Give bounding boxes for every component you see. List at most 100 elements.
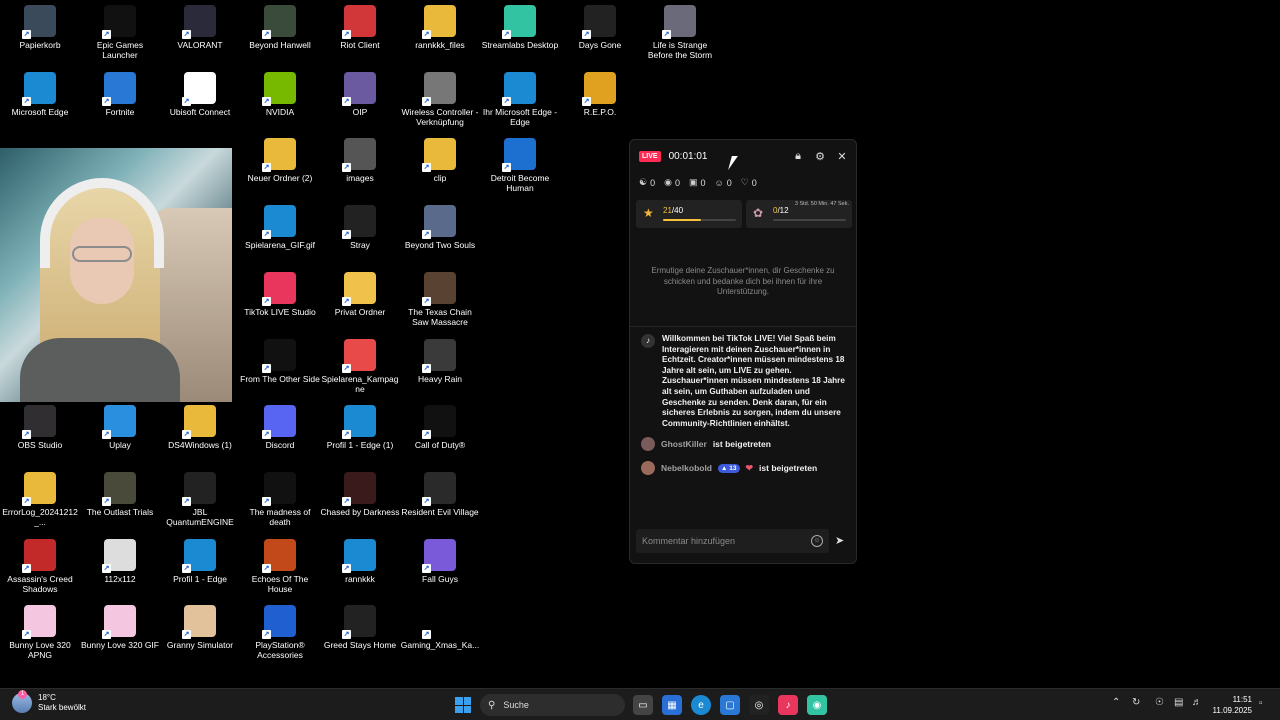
desktop-icon-the-madness-of-death[interactable]: ↗ The madness of death (240, 471, 320, 527)
desktop-icon-from-the-other-side[interactable]: ↗ From The Other Side (240, 338, 320, 384)
microsoft-store-icon[interactable]: ▦ (662, 695, 682, 715)
close-icon[interactable]: ✕ (836, 150, 848, 163)
desktop-icon-ds4windows-1[interactable]: ↗ DS4Windows (1) (160, 405, 240, 450)
desktop-icon-streamlabs-desktop[interactable]: ↗ Streamlabs Desktop (480, 5, 560, 50)
stat-likes: ♡ 0 (740, 177, 757, 188)
desktop-icon-days-gone[interactable]: ↗ Days Gone (560, 5, 640, 50)
sync-icon[interactable]: ↻ (1132, 697, 1140, 708)
desktop-icon-privat-ordner[interactable]: ↗ Privat Ordner (320, 271, 400, 317)
notification-icon[interactable]: ▫ (1259, 698, 1263, 709)
emoji-icon[interactable]: ☺ (811, 535, 823, 547)
desktop-icon-neuer-ordner-2[interactable]: ↗ Neuer Ordner (2) (240, 138, 320, 183)
beyond-hanwell-icon: ↗ (262, 5, 296, 39)
desktop-icon-oip[interactable]: ↗ OIP (320, 71, 400, 117)
desktop-icon-the-texas-chain-saw-massacre[interactable]: ↗ The Texas Chain Saw Massacre (400, 271, 480, 327)
desktop-icon-profil-1-edge[interactable]: ↗ Profil 1 - Edge (160, 538, 240, 584)
comment-input[interactable] (642, 533, 802, 549)
desktop-icon-valorant[interactable]: ↗ VALORANT (160, 5, 240, 50)
add-user-icon: ☺ (714, 177, 724, 188)
desktop-icon-r-e-p-o[interactable]: ↗ R.E.P.O. (560, 71, 640, 117)
desktop-icon-jbl-quantumengine[interactable]: ↗ JBL QuantumENGINE (160, 471, 240, 527)
desktop-icon-fall-guys[interactable]: ↗ Fall Guys (400, 538, 480, 584)
desktop-icon-errorlog-20241212[interactable]: ↗ ErrorLog_20241212_... (0, 471, 80, 527)
shortcut-arrow-icon: ↗ (422, 96, 431, 106)
send-icon[interactable]: ➤ (835, 534, 844, 547)
search-box[interactable]: ⚲ Suche (480, 694, 625, 716)
desktop-icon-granny-simulator[interactable]: ↗ Granny Simulator (160, 605, 240, 650)
weather-widget[interactable]: 1 18°C Stark bewölkt (12, 690, 86, 713)
edge-icon[interactable]: e (691, 695, 711, 715)
desktop-icon-chased-by-darkness[interactable]: ↗ Chased by Darkness (320, 471, 400, 517)
heart-icon: ❤ (745, 462, 754, 473)
desktop-icon-rannkkk[interactable]: ↗ rannkkk (320, 538, 400, 584)
live-panel-header[interactable]: LIVE 00:01:01 🔒︎ ⚙ ✕ (639, 149, 848, 163)
network-icon[interactable]: ▤ (1174, 697, 1183, 708)
desktop-icon-label: R.E.P.O. (583, 106, 617, 117)
clock[interactable]: 11:51 11.09.2025 (1210, 694, 1252, 716)
desktop-icon-resident-evil-village[interactable]: ↗ Resident Evil Village (400, 471, 480, 517)
streamlabs-icon[interactable]: ◉ (807, 695, 827, 715)
desktop-icon-discord[interactable]: ↗ Discord (240, 405, 320, 450)
desktop-icon-wireless-controller-verkn-pfung[interactable]: ↗ Wireless Controller - Verknüpfung (400, 71, 480, 127)
desktop-icon-detroit-become-human[interactable]: ↗ Detroit Become Human (480, 138, 560, 193)
tiktok-live-studio-icon[interactable]: ♪ (778, 695, 798, 715)
desktop-icon-spielarena-gif-gif[interactable]: ↗ Spielarena_GIF.gif (240, 205, 320, 250)
desktop-icon-ubisoft-connect[interactable]: ↗ Ubisoft Connect (160, 71, 240, 117)
lock-icon[interactable]: 🔒︎ (792, 150, 804, 162)
start-button[interactable] (455, 697, 471, 713)
desktop-icon-epic-games-launcher[interactable]: ↗ Epic Games Launcher (80, 5, 160, 60)
shortcut-arrow-icon: ↗ (182, 30, 191, 39)
desktop-icon-bunny-love-320-apng[interactable]: ↗ Bunny Love 320 APNG (0, 605, 80, 660)
edge-icon: ↗ (262, 205, 296, 240)
desktop-icon-riot-client[interactable]: ↗ Riot Client (320, 5, 400, 50)
desktop-icon-papierkorb[interactable]: ↗ Papierkorb (0, 5, 80, 50)
chat-username[interactable]: Nebelkobold (661, 463, 712, 473)
subscriber-goal[interactable]: ✿ 3 Std. 50 Min. 47 Sek. 0/12 (746, 200, 852, 228)
desktop-icon-assassin-s-creed-shadows[interactable]: ↗ Assassin's Creed Shadows (0, 538, 80, 594)
shortcut-arrow-icon: ↗ (582, 30, 591, 39)
chevron-up-icon[interactable]: ⌃ (1112, 697, 1120, 708)
desktop-icon-bunny-love-320-gif[interactable]: ↗ Bunny Love 320 GIF (80, 605, 160, 650)
desktop-icon-playstation-accessories[interactable]: ↗ PlayStation® Accessories (240, 605, 320, 660)
desktop-icon-gaming-xmas-ka[interactable]: ↗ Gaming_Xmas_Ka... (400, 605, 480, 650)
image-file-icon: ↗ (102, 538, 136, 573)
desktop-icon-beyond-two-souls[interactable]: ↗ Beyond Two Souls (400, 205, 480, 250)
chat-username[interactable]: GhostKiller (661, 439, 707, 449)
desktop-icon-rannkkk-files[interactable]: ↗ rannkkk_files (400, 5, 480, 50)
desktop-icon-images[interactable]: ↗ images (320, 138, 400, 183)
volume-icon[interactable]: ♬ (1192, 697, 1202, 708)
desktop-icon-life-is-strange-before-the-storm[interactable]: ↗ Life is Strange Before the Storm (640, 5, 720, 60)
desktop-icon-greed-stays-home[interactable]: ↗ Greed Stays Home (320, 605, 400, 650)
divider (630, 326, 856, 327)
app-window-icon[interactable]: ▢ (720, 695, 740, 715)
desktop-icon-ihr-microsoft-edge-edge[interactable]: ↗ Ihr Microsoft Edge - Edge (480, 71, 560, 127)
stat-viewers: ☯ 0 (639, 177, 656, 188)
desktop-icon-echoes-of-the-house[interactable]: ↗ Echoes Of The House (240, 538, 320, 594)
desktop-icon-tiktok-live-studio[interactable]: ↗ TikTok LIVE Studio (240, 271, 320, 317)
days-gone-icon: ↗ (582, 5, 616, 39)
desktop-icon-profil-1-edge-1[interactable]: ↗ Profil 1 - Edge (1) (320, 405, 400, 450)
gift-goal[interactable]: ★ 21/40 (636, 200, 742, 228)
desktop-icon-nvidia[interactable]: ↗ NVIDIA (240, 71, 320, 117)
shortcut-arrow-icon: ↗ (22, 30, 31, 39)
microphone-icon[interactable]: ☉ (1155, 697, 1164, 708)
shortcut-arrow-icon: ↗ (422, 630, 431, 640)
shortcut-arrow-icon: ↗ (502, 163, 511, 173)
desktop-icon-uplay[interactable]: ↗ Uplay (80, 405, 160, 450)
jbl-icon[interactable]: ◎ (749, 695, 769, 715)
desktop-icon-microsoft-edge[interactable]: ↗ Microsoft Edge (0, 71, 80, 117)
desktop-icon-the-outlast-trials[interactable]: ↗ The Outlast Trials (80, 471, 160, 517)
task-view-icon[interactable]: ▭ (633, 695, 653, 715)
desktop-icon-call-of-duty[interactable]: ↗ Call of Duty® (400, 405, 480, 450)
desktop-icon-clip[interactable]: ↗ clip (400, 138, 480, 183)
shortcut-arrow-icon: ↗ (262, 230, 271, 240)
desktop-icon-obs-studio[interactable]: ↗ OBS Studio (0, 405, 80, 450)
desktop-icon-stray[interactable]: ↗ Stray (320, 205, 400, 250)
gear-icon[interactable]: ⚙ (814, 150, 826, 163)
desktop-icon-heavy-rain[interactable]: ↗ Heavy Rain (400, 338, 480, 384)
desktop-icon-spielarena-kampagne[interactable]: ↗ Spielarena_Kampagne (320, 338, 400, 394)
shortcut-arrow-icon: ↗ (102, 430, 111, 440)
desktop-icon-beyond-hanwell[interactable]: ↗ Beyond Hanwell (240, 5, 320, 50)
desktop-icon-112x112[interactable]: ↗ 112x112 (80, 538, 160, 584)
desktop-icon-fortnite[interactable]: ↗ Fortnite (80, 71, 160, 117)
